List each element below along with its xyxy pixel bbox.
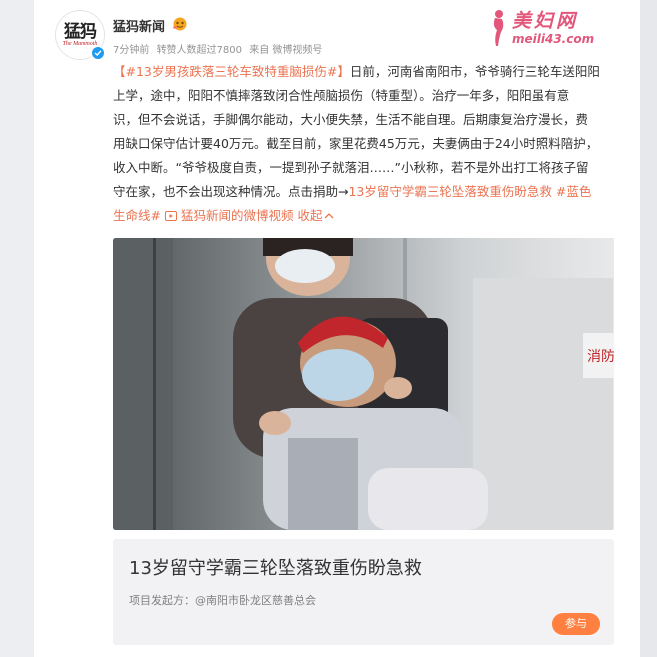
donation-link-card[interactable]: 13岁留守学霸三轮坠落致重伤盼急救 项目发起方：@南阳市卧龙区慈善总会 参与 — [113, 539, 614, 645]
post-line-7: 生命线# 猛犸新闻的微博视频 收起 — [113, 204, 633, 228]
participate-button[interactable]: 参与 — [552, 613, 600, 635]
link-card-title[interactable]: 13岁留守学霸三轮坠落致重伤盼急救 — [129, 554, 422, 580]
post-photo[interactable]: 消防 — [113, 238, 614, 530]
hashtag-link-end[interactable]: 生命线# — [113, 208, 161, 223]
hashtag-title-link[interactable]: 【#13岁男孩跌落三轮车致特重脑损伤#】 — [113, 64, 350, 79]
post-body: 【#13岁男孩跌落三轮车致特重脑损伤#】日前，河南省南阳市，爷爷骑行三轮车送阳阳… — [113, 60, 633, 228]
post-line-6: 守在家，也不会出现这种情况。点击捐助→13岁留守学霸三轮坠落致重伤盼急救 #蓝色 — [113, 180, 633, 204]
link-card-sponsor: 项目发起方：@南阳市卧龙区慈善总会 — [129, 594, 316, 607]
collapse-link[interactable]: 收起 — [293, 208, 334, 223]
video-link[interactable]: 猛犸新闻的微博视频 — [161, 208, 293, 223]
post-source[interactable]: 来自 微博视频号 — [249, 45, 322, 56]
collapse-label: 收起 — [293, 208, 323, 223]
video-icon — [164, 211, 177, 221]
verified-icon — [91, 46, 105, 60]
chevron-up-icon — [324, 213, 334, 219]
author-name[interactable]: 猛犸新闻 — [113, 16, 165, 35]
watermark-url: meili43.com — [512, 32, 595, 46]
post-text-segment: 日前，河南省南阳市，爷爷骑行三轮车送阳阳 — [349, 64, 600, 79]
avatar-logo-text: 猛犸 — [64, 22, 97, 42]
repost-count: 转赞人数超过7800 — [156, 45, 243, 56]
post-line-5: 收入中断。“爷爷极度自责，一提到孙子就落泪……”小秋称，若不是外出打工将孩子留 — [113, 160, 589, 175]
watermark-logo: 美妇网 meili43.com — [488, 6, 638, 52]
woman-silhouette-icon — [493, 10, 504, 46]
post-time[interactable]: 7分钟前 — [113, 45, 149, 56]
hashtag-link-start[interactable]: #蓝色 — [552, 184, 591, 199]
donate-link[interactable]: 13岁留守学霸三轮坠落致重伤盼急救 — [348, 184, 551, 199]
post-line-1: 【#13岁男孩跌落三轮车致特重脑损伤#】日前，河南省南阳市，爷爷骑行三轮车送阳阳 — [113, 60, 633, 84]
photo-sign-text: 消防 — [587, 349, 614, 365]
post-line-4: 用缺口保守估计要40万元。截至目前，家里花费45万元，夫妻俩由于24小时照料陪护… — [113, 136, 599, 151]
post-line-3: 识，但不会说话，手脚偶尔能动，大小便失禁，生活不能自理。后期康复治疗漫长，费 — [113, 112, 589, 127]
post-text-segment: 守在家，也不会出现这种情况。点击捐助→ — [113, 184, 349, 199]
video-link-label: 猛犸新闻的微博视频 — [176, 208, 294, 223]
page-gutter — [640, 0, 657, 657]
vip-badge-icon — [172, 16, 188, 31]
post-meta: 7分钟前 转赞人数超过7800 来自 微博视频号 — [113, 41, 326, 56]
watermark-title: 美妇网 — [512, 10, 579, 32]
post-line-2: 上学，途中，阳阳不慎摔落致闭合性颅脑损伤（特重型）。治疗一年多，阳阳虽有意 — [113, 88, 570, 103]
